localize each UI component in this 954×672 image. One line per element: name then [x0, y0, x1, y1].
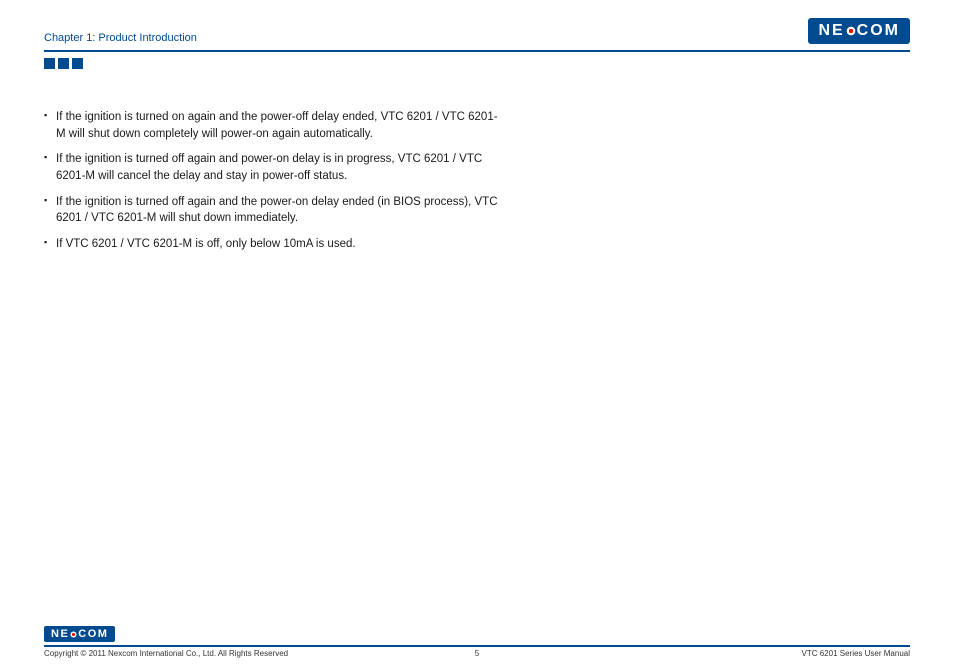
- bullet-list: If the ignition is turned on again and t…: [44, 109, 504, 253]
- nexcom-logo-top: NE COM: [808, 18, 910, 44]
- square-icon: [72, 58, 83, 69]
- list-item: If the ignition is turned off again and …: [44, 151, 504, 184]
- header-rule: [44, 50, 910, 52]
- logo-text-right: COM: [78, 628, 108, 640]
- header-row: Chapter 1: Product Introduction NE COM: [44, 18, 910, 48]
- list-item: If VTC 6201 / VTC 6201-M is off, only be…: [44, 236, 504, 253]
- footer-row: Copyright © 2011 Nexcom International Co…: [44, 649, 910, 658]
- square-icon: [44, 58, 55, 69]
- copyright-text: Copyright © 2011 Nexcom International Co…: [44, 649, 288, 658]
- square-icon: [58, 58, 69, 69]
- footer: NE COM Copyright © 2011 Nexcom Internatio…: [44, 624, 910, 658]
- logo-text-right: COM: [857, 22, 900, 40]
- footer-rule: [44, 645, 910, 647]
- page-number: 5: [475, 649, 479, 658]
- logo-dot-icon: [846, 26, 856, 36]
- logo-dot-icon: [70, 631, 77, 638]
- chapter-title: Chapter 1: Product Introduction: [44, 32, 197, 44]
- content-area: If the ignition is turned on again and t…: [44, 69, 504, 253]
- list-item: If the ignition is turned on again and t…: [44, 109, 504, 142]
- manual-title: VTC 6201 Series User Manual: [802, 649, 911, 658]
- logo-text-left: NE: [51, 628, 69, 640]
- logo-text-left: NE: [818, 22, 844, 40]
- decorative-squares: [44, 58, 910, 69]
- list-item: If the ignition is turned off again and …: [44, 194, 504, 227]
- nexcom-logo-bottom: NE COM: [44, 626, 115, 642]
